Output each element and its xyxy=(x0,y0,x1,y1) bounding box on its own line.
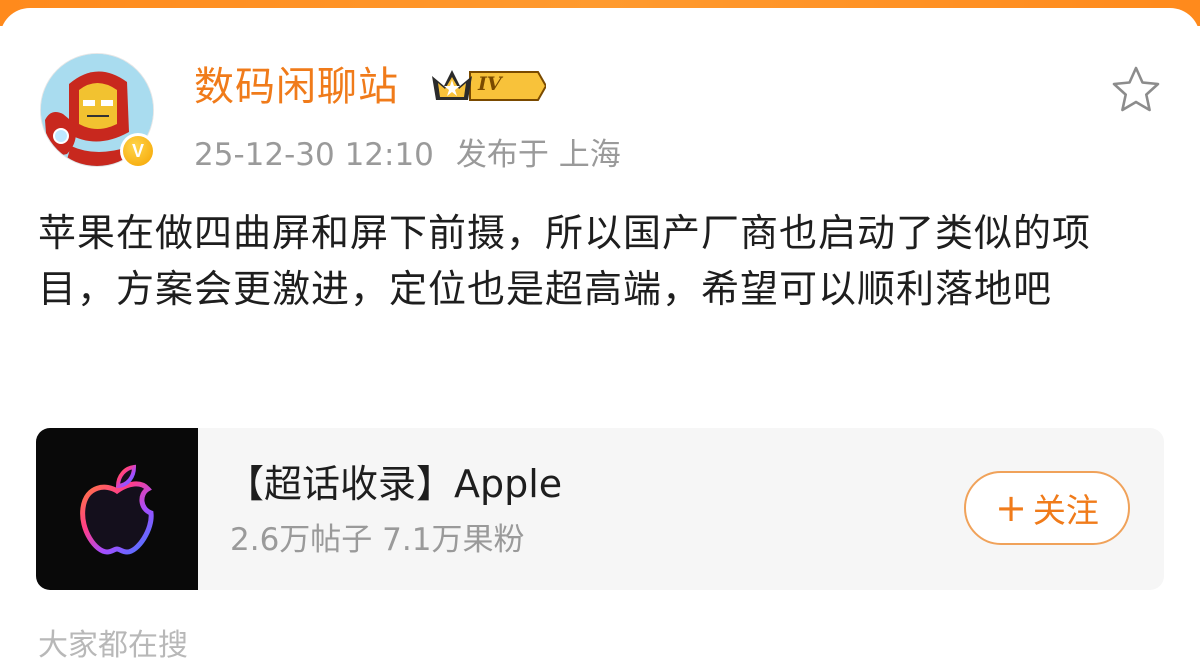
topic-thumbnail xyxy=(36,428,198,590)
topic-title[interactable]: 【超话收录】Apple xyxy=(226,458,562,510)
post-meta: 25-12-30 12:10 发布于 上海 xyxy=(194,134,621,176)
topic-stats: 2.6万帖子 7.1万果粉 xyxy=(230,522,525,558)
follow-label: 关注 xyxy=(1032,491,1099,530)
author-name[interactable]: 数码闲聊站 xyxy=(194,60,399,114)
trending-search-label: 大家都在搜 xyxy=(38,628,188,663)
level-badge[interactable]: IV xyxy=(430,64,548,108)
post-text: 苹果在做四曲屏和屏下前摄，所以国产厂商也启动了类似的项目，方案会更激进，定位也是… xyxy=(38,211,1092,311)
post-timestamp: 25-12-30 12:10 xyxy=(194,137,434,173)
plus-icon: + xyxy=(995,486,1027,530)
apple-logo-icon xyxy=(80,464,154,555)
avatar[interactable]: V xyxy=(40,53,156,169)
star-icon[interactable] xyxy=(1110,64,1162,116)
follow-button[interactable]: + 关注 xyxy=(964,471,1130,545)
post-location: 发布于 上海 xyxy=(455,137,621,173)
verified-badge-icon: V xyxy=(120,133,156,169)
topic-card[interactable]: 【超话收录】Apple 2.6万帖子 7.1万果粉 + 关注 xyxy=(36,428,1164,590)
